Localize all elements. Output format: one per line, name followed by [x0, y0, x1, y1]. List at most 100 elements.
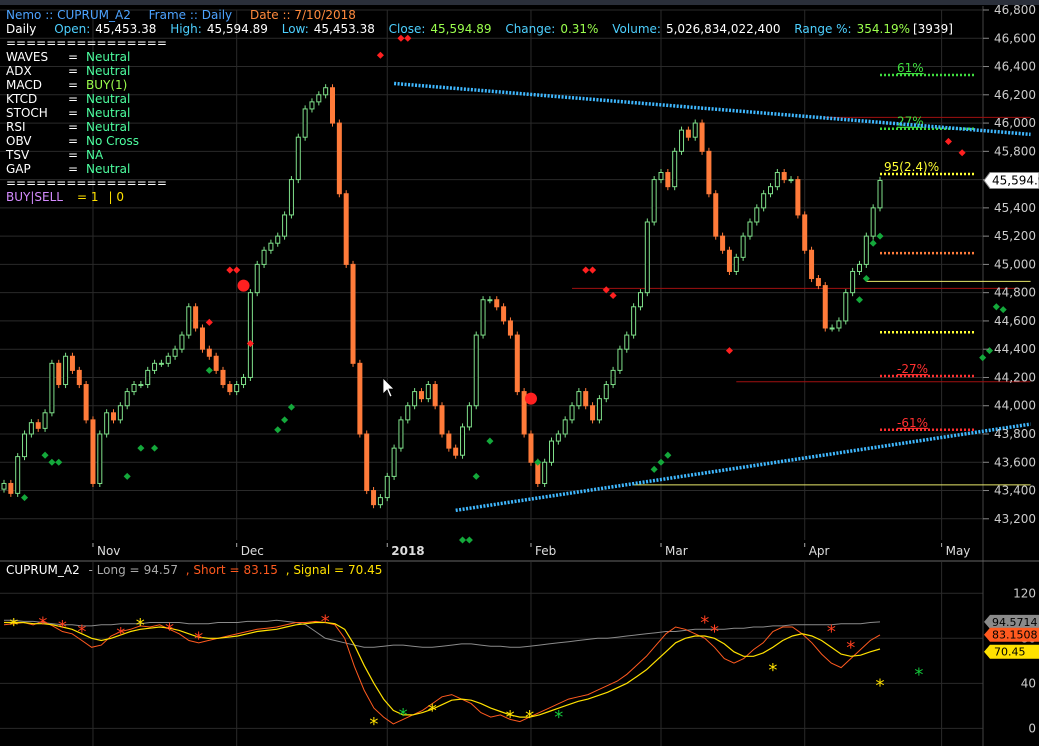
osc-sell-star: * — [38, 614, 47, 635]
candle-body — [254, 263, 260, 294]
x-tick-label: Feb — [535, 544, 556, 558]
candle-body — [282, 214, 288, 237]
candle-body — [747, 221, 753, 237]
x-tick-label: May — [946, 544, 971, 558]
candle-body — [562, 419, 568, 435]
candle-body — [863, 235, 869, 265]
osc-signal-line — [4, 621, 881, 718]
fib-level-label: 95(2.4)% — [884, 160, 939, 174]
candle-body — [35, 422, 41, 429]
header-line1: Nemo :: CUPRUM_A2 Frame :: Daily Date ::… — [6, 8, 356, 22]
price-chart-svg[interactable]: 61% 27% 95(2.4)% -27% -61% 43,200 43,400 43,60… — [0, 0, 1039, 746]
candle-body — [145, 369, 151, 386]
candle-body — [480, 299, 486, 336]
osc-signal-star: * — [768, 660, 777, 681]
oscillator-lines — [3, 619, 881, 725]
candle-body — [213, 355, 219, 371]
x-tick-label: Dec — [241, 544, 264, 558]
osc-long-badge-text: 94.5714 — [992, 616, 1038, 629]
candle-body — [234, 384, 240, 393]
candle-body — [637, 292, 643, 308]
candle-body — [104, 412, 110, 435]
candle-body — [453, 447, 459, 456]
candle-body — [83, 384, 89, 421]
candle-body — [152, 362, 158, 371]
oscillator-markers: * * * * * * * * * * * * * * * * * * * * * * — [9, 611, 923, 734]
candle-body — [56, 362, 62, 386]
x-tick-label: Mar — [665, 544, 688, 558]
osc-buy-star: * — [914, 664, 923, 685]
status-separator-2: ================ — [6, 176, 167, 190]
candle-body — [631, 306, 637, 336]
osc-sell-star: * — [165, 619, 174, 640]
candle-body — [15, 456, 21, 494]
candle-body — [679, 129, 685, 152]
candle-body — [49, 362, 55, 414]
candle-body — [111, 412, 116, 421]
price-panel — [0, 6, 983, 541]
y-tick-label: 44,200 — [994, 370, 1036, 384]
candle-body — [241, 376, 247, 386]
status-row-name: GAP — [6, 162, 31, 176]
osc-sell-star: * — [846, 637, 855, 658]
candle-body — [295, 136, 301, 181]
candle-body — [501, 306, 507, 322]
osc-y-axis: 04080120 — [1013, 586, 1036, 735]
candle-body — [179, 334, 185, 350]
osc-sell-star: * — [321, 611, 330, 632]
candle-body — [706, 150, 712, 195]
status-row-name: STOCH — [6, 106, 48, 120]
osc-short-line — [3, 620, 881, 725]
osc-sell-star: * — [77, 622, 86, 643]
candle-body — [76, 369, 82, 386]
candle-body — [165, 355, 171, 364]
status-row-eq: = — [68, 134, 78, 148]
candle-body — [603, 384, 609, 400]
candle-body — [466, 405, 472, 428]
candle-body — [138, 384, 144, 387]
y-tick-label: 44,800 — [994, 286, 1036, 300]
candle-body — [261, 249, 267, 265]
candle-body — [158, 362, 164, 365]
candle-body — [494, 299, 500, 308]
status-row-name: KTCD — [6, 92, 37, 106]
candle-body — [316, 94, 322, 103]
candle-body — [624, 334, 630, 350]
status-row-name: MACD — [6, 78, 42, 92]
status-row-name: ADX — [6, 64, 32, 78]
osc-tick-label: 120 — [1013, 586, 1036, 600]
candle-body — [473, 334, 479, 407]
status-row-value: No Cross — [86, 134, 139, 148]
y-tick-label: 45,400 — [994, 201, 1036, 215]
candle-body — [227, 384, 233, 393]
candle-body — [90, 419, 96, 484]
y-tick-label: 44,400 — [994, 342, 1036, 356]
candle-body — [432, 384, 438, 407]
candle-body — [42, 412, 48, 429]
candle-body — [617, 348, 623, 371]
candle-body — [206, 348, 212, 357]
candle-body — [323, 87, 329, 96]
candle-body — [439, 405, 445, 435]
candle-body — [795, 179, 801, 216]
candle-body — [391, 447, 397, 477]
candle-body — [350, 263, 356, 364]
y-tick-label: 45,000 — [994, 257, 1036, 271]
osc-short-badge-text: 83.1508 — [992, 629, 1038, 642]
candle-body — [740, 235, 746, 258]
x-tick-label: Nov — [97, 544, 120, 558]
candle-body — [726, 249, 732, 272]
y-tick-label: 46,400 — [994, 60, 1036, 74]
big-sell-marker — [237, 279, 250, 292]
candle-body — [97, 433, 103, 484]
fib-level-label: -27% — [897, 362, 928, 376]
candle-body — [384, 475, 390, 499]
osc-signal-star: * — [9, 615, 18, 636]
candle-body — [528, 433, 534, 463]
candle-body — [364, 433, 370, 492]
candle-body — [658, 172, 664, 181]
status-row-value: Neutral — [86, 162, 130, 176]
candle-body — [309, 101, 315, 110]
x-tick-label: Apr — [809, 544, 830, 558]
osc-sell-star: * — [194, 628, 203, 649]
